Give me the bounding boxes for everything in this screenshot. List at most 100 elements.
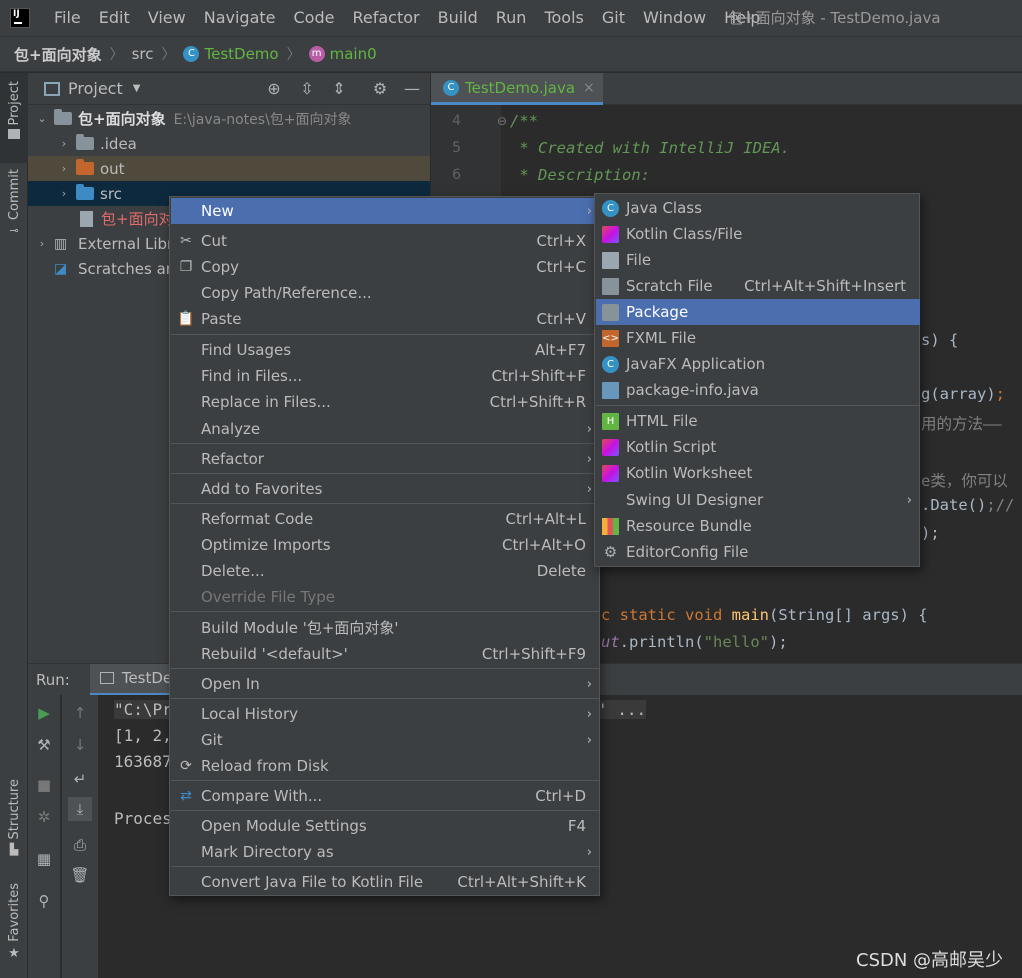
chevron-right-icon[interactable]: › bbox=[56, 137, 72, 150]
rerun-icon[interactable]: ▶ bbox=[32, 701, 56, 725]
tool-tab-commit[interactable]: Commit ⊸ bbox=[0, 169, 28, 249]
soft-wrap-icon[interactable]: ↵ bbox=[68, 767, 92, 791]
menu-item-reload-from-disk[interactable]: ⟳ Reload from Disk bbox=[171, 753, 600, 779]
menu-tools[interactable]: Tools bbox=[534, 0, 591, 36]
console-line: [1, 2, bbox=[114, 726, 172, 745]
menu-item-copy[interactable]: ❐ Copy Ctrl+C bbox=[171, 254, 600, 280]
package-icon bbox=[602, 303, 619, 321]
debug-icon[interactable]: ✲ bbox=[32, 805, 56, 829]
folder-icon bbox=[8, 129, 20, 140]
star-icon: ★ bbox=[8, 945, 20, 961]
chevron-down-icon[interactable]: ⌄ bbox=[34, 112, 50, 125]
submenu-item-resource-bundle[interactable]: Resource Bundle bbox=[596, 513, 920, 539]
menu-git[interactable]: Git bbox=[592, 0, 633, 36]
breadcrumb-class[interactable]: C TestDemo bbox=[183, 45, 279, 63]
menu-item-optimize-imports[interactable]: Optimize Imports Ctrl+Alt+O bbox=[171, 532, 600, 558]
menu-refactor[interactable]: Refactor bbox=[342, 0, 427, 36]
scroll-to-end-icon[interactable]: ⤓ bbox=[68, 797, 92, 821]
submenu-item-scratch-file[interactable]: Scratch File Ctrl+Alt+Shift+Insert bbox=[596, 273, 920, 299]
breadcrumb-method[interactable]: m main0 bbox=[308, 45, 377, 63]
menu-item-analyze[interactable]: Analyze › bbox=[171, 416, 600, 442]
minimize-icon[interactable]: — bbox=[402, 79, 422, 99]
submenu-item-file[interactable]: File bbox=[596, 247, 920, 273]
tool-tab-favorites[interactable]: Favorites ★ bbox=[0, 883, 28, 973]
chevron-right-icon[interactable]: › bbox=[56, 187, 72, 200]
menu-separator bbox=[171, 473, 600, 474]
submenu-item-kotlin-class[interactable]: Kotlin Class/File bbox=[596, 221, 920, 247]
submenu-item-editorconfig[interactable]: ⚙ EditorConfig File bbox=[596, 539, 920, 565]
menu-item-git[interactable]: Git › bbox=[171, 727, 600, 753]
chevron-right-icon[interactable]: › bbox=[56, 162, 72, 175]
tab-testdemo-java[interactable]: C TestDemo.java × bbox=[431, 73, 603, 105]
menu-item-cut[interactable]: ✂ Cut Ctrl+X bbox=[171, 228, 600, 254]
collapse-all-icon[interactable]: ⇕ bbox=[329, 79, 349, 99]
tree-item-project-root[interactable]: ⌄ 包+面向对象 E:\java-notes\包+面向对象 bbox=[28, 106, 430, 131]
tree-item-out[interactable]: › out bbox=[28, 156, 430, 181]
menu-edit[interactable]: Edit bbox=[89, 0, 138, 36]
trash-icon[interactable]: 🗑 bbox=[68, 863, 92, 887]
arrow-down-icon[interactable]: ↓ bbox=[68, 733, 92, 757]
stop-icon[interactable]: ■ bbox=[32, 773, 56, 797]
menu-item-mark-directory-as[interactable]: Mark Directory as › bbox=[171, 839, 600, 865]
menu-item-open-in[interactable]: Open In › bbox=[171, 671, 600, 697]
wrench-icon[interactable]: ⚒ bbox=[32, 733, 56, 757]
menu-item-reformat-code[interactable]: Reformat Code Ctrl+Alt+L bbox=[171, 506, 600, 532]
fold-icon[interactable]: ⊖ bbox=[497, 114, 507, 128]
close-icon[interactable]: × bbox=[583, 80, 595, 96]
menu-item-rebuild[interactable]: Rebuild '<default>' Ctrl+Shift+F9 bbox=[171, 641, 600, 667]
tree-item-idea[interactable]: › .idea bbox=[28, 131, 430, 156]
menu-item-find-usages[interactable]: Find Usages Alt+F7 bbox=[171, 337, 600, 363]
menu-view[interactable]: View bbox=[138, 0, 194, 36]
menu-run[interactable]: Run bbox=[486, 0, 535, 36]
submenu-item-javafx-app[interactable]: C JavaFX Application bbox=[596, 351, 920, 377]
menu-item-convert-to-kotlin[interactable]: Convert Java File to Kotlin File Ctrl+Al… bbox=[171, 869, 600, 895]
chevron-right-icon: › bbox=[586, 451, 592, 467]
menu-item-paste[interactable]: 📋 Paste Ctrl+V bbox=[171, 306, 600, 332]
menu-code[interactable]: Code bbox=[284, 0, 343, 36]
menu-item-copy-path[interactable]: Copy Path/Reference... bbox=[171, 280, 600, 306]
menu-item-replace-in-files[interactable]: Replace in Files... Ctrl+Shift+R bbox=[171, 389, 600, 415]
new-submenu: C Java Class Kotlin Class/File File Scra… bbox=[594, 193, 920, 567]
breadcrumb-project[interactable]: 包+面向对象 bbox=[14, 44, 102, 65]
submenu-item-package[interactable]: Package bbox=[596, 299, 920, 325]
pin-icon[interactable]: ⚲ bbox=[32, 889, 56, 913]
console-line: 163687 bbox=[114, 752, 172, 771]
submenu-item-package-info[interactable]: package-info.java bbox=[596, 377, 920, 403]
project-view-selector[interactable]: Project bbox=[68, 79, 123, 98]
menu-separator bbox=[171, 780, 600, 781]
breadcrumb-src[interactable]: src bbox=[132, 45, 154, 63]
dropdown-arrow-icon[interactable]: ▼ bbox=[133, 83, 141, 94]
submenu-item-swing-ui-designer[interactable]: Swing UI Designer › bbox=[596, 487, 920, 513]
menu-navigate[interactable]: Navigate bbox=[194, 0, 284, 36]
submenu-item-html[interactable]: H HTML File bbox=[596, 408, 920, 434]
tool-tab-project[interactable]: Project bbox=[0, 73, 28, 163]
locate-icon[interactable]: ⊕ bbox=[264, 79, 284, 99]
menu-item-build-module[interactable]: Build Module '包+面向对象' bbox=[171, 614, 600, 640]
arrow-up-icon[interactable]: ↑ bbox=[68, 701, 92, 725]
tool-tab-structure[interactable]: Structure ▙ bbox=[0, 779, 28, 869]
layout-icon[interactable]: ▦ bbox=[32, 847, 56, 871]
chevron-right-icon: › bbox=[586, 676, 592, 692]
submenu-item-fxml[interactable]: <> FXML File bbox=[596, 325, 920, 351]
submenu-item-java-class[interactable]: C Java Class bbox=[596, 195, 920, 221]
menu-item-compare-with[interactable]: ⇄ Compare With... Ctrl+D bbox=[171, 783, 600, 809]
menu-item-refactor[interactable]: Refactor › bbox=[171, 446, 600, 472]
menu-window[interactable]: Window bbox=[633, 0, 714, 36]
expand-all-icon[interactable]: ⇳ bbox=[297, 79, 317, 99]
console-icon bbox=[99, 672, 114, 684]
menu-item-delete[interactable]: Delete... Delete bbox=[171, 558, 600, 584]
chevron-right-icon[interactable]: › bbox=[34, 237, 50, 250]
menu-file[interactable]: File bbox=[44, 0, 89, 36]
menu-build[interactable]: Build bbox=[428, 0, 486, 36]
submenu-item-kotlin-worksheet[interactable]: Kotlin Worksheet bbox=[596, 460, 920, 486]
menu-item-add-to-favorites[interactable]: Add to Favorites › bbox=[171, 476, 600, 502]
menu-item-find-in-files[interactable]: Find in Files... Ctrl+Shift+F bbox=[171, 363, 600, 389]
menu-item-local-history[interactable]: Local History › bbox=[171, 701, 600, 727]
submenu-item-kotlin-script[interactable]: Kotlin Script bbox=[596, 434, 920, 460]
print-icon[interactable]: ⎙ bbox=[68, 833, 92, 857]
menu-item-new[interactable]: New › bbox=[171, 198, 600, 224]
method-icon: m bbox=[308, 46, 325, 62]
menu-item-open-module-settings[interactable]: Open Module Settings F4 bbox=[171, 813, 600, 839]
gear-icon[interactable]: ⚙ bbox=[370, 79, 390, 99]
editor-tabs: C TestDemo.java × bbox=[431, 73, 1022, 105]
